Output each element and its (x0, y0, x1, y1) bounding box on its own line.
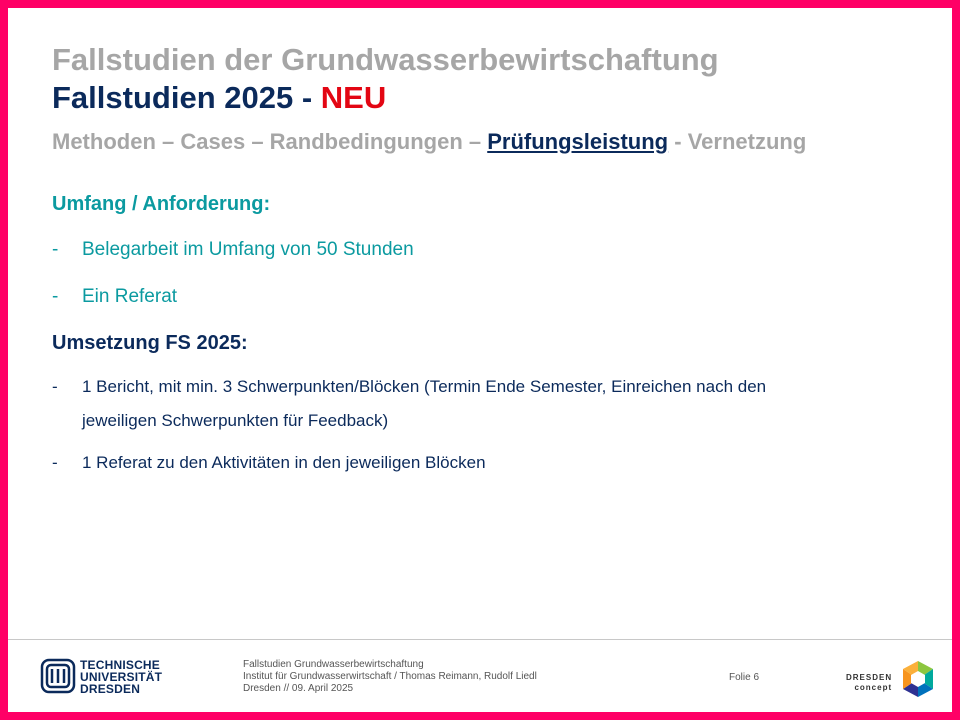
nav-separator: – (462, 129, 488, 154)
nav-item-cases: Cases (180, 129, 246, 154)
bullet-dash: - (52, 453, 58, 472)
nav-item-vernetzung: Vernetzung (687, 129, 807, 154)
list-item-text: Ein Referat (82, 286, 178, 307)
university-name: TECHNISCHE UNIVERSITÄT DRESDEN (80, 659, 162, 695)
list-item-text: 1 Bericht, mit min. 3 Schwerpunkten/Blöc… (82, 370, 922, 438)
slide-title: Fallstudien der Grundwasserbewirtschaftu… (52, 42, 719, 77)
dresden-concept-line: concept (854, 683, 893, 692)
slide-frame: Fallstudien der Grundwasserbewirtschaftu… (0, 0, 960, 720)
list-item-line: jeweiligen Schwerpunkten für Feedback) (82, 411, 389, 430)
section-heading-umsetzung: Umsetzung FS 2025: (52, 332, 248, 354)
university-name-line: DRESDEN (80, 682, 141, 696)
dresden-concept-logo-icon (903, 661, 933, 697)
slide-number: Folie 6 (729, 672, 760, 683)
tu-dresden-logo-icon (40, 658, 76, 694)
nav-item-methoden: Methoden (52, 129, 156, 154)
list-item-line: 1 Bericht, mit min. 3 Schwerpunkten/Blöc… (82, 377, 767, 396)
nav-separator: – (245, 129, 270, 154)
topic-navigation: Methoden – Cases – Randbedingungen – Prü… (52, 129, 806, 155)
list-item-text: Belegarbeit im Umfang von 50 Stunden (82, 239, 414, 260)
section-heading-umfang: Umfang / Anforderung: (52, 193, 271, 215)
dresden-concept-text: DRESDEN concept (846, 673, 892, 693)
list-item-text: 1 Referat zu den Aktivitäten in den jewe… (82, 446, 922, 480)
slide: Fallstudien der Grundwasserbewirtschaftu… (8, 8, 952, 712)
bullet-dash: - (52, 286, 59, 307)
dresden-concept-line: DRESDEN (846, 673, 893, 682)
nav-item-randbedingungen: Randbedingungen (269, 129, 463, 154)
footer-divider (8, 639, 952, 640)
footer-info: Fallstudien Grundwasserbewirtschaftung I… (243, 659, 537, 695)
list-item-line: 1 Referat zu den Aktivitäten in den jewe… (82, 453, 486, 472)
bullet-dash: - (52, 377, 58, 396)
bullet-dash: - (52, 239, 59, 260)
nav-item-pruefungsleistung: Prüfungsleistung (487, 129, 669, 154)
slide-subtitle: Fallstudien 2025 - NEU (52, 80, 386, 116)
subtitle-main: Fallstudien 2025 - (52, 80, 313, 115)
footer-course: Fallstudien Grundwasserbewirtschaftung (243, 659, 424, 670)
footer-institute: Institut für Grundwasserwirtschaft / Tho… (243, 671, 537, 682)
nav-separator: – (155, 129, 181, 154)
footer-date: Dresden // 09. April 2025 (243, 683, 354, 694)
nav-separator: - (668, 129, 688, 154)
subtitle-new-tag: NEU (320, 80, 387, 115)
